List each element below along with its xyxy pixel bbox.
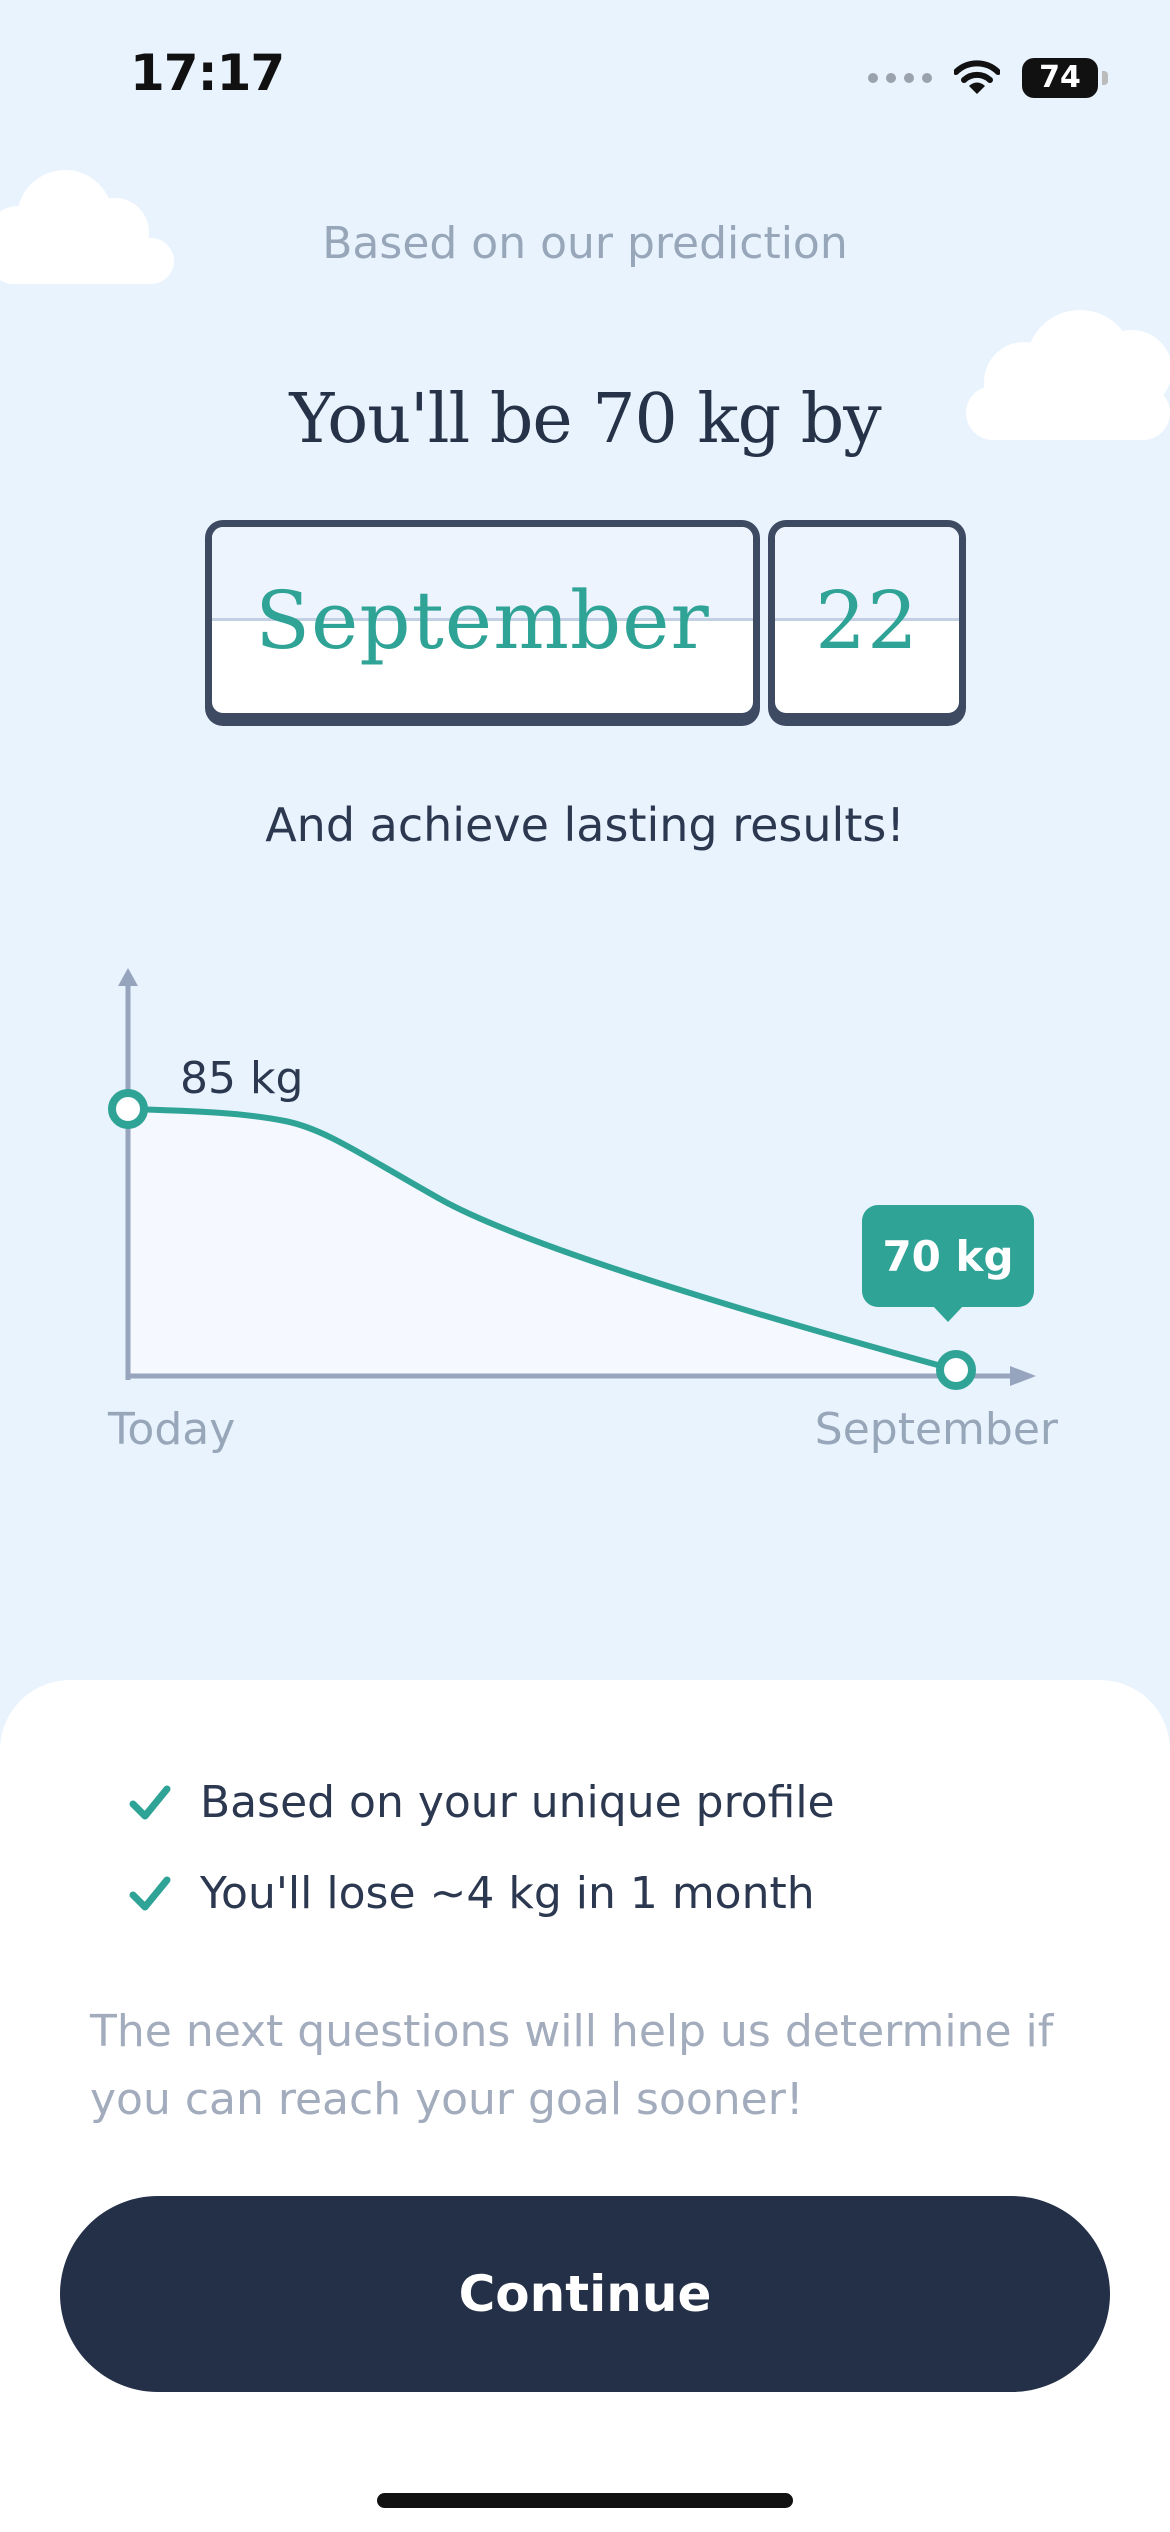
- check-item-label: You'll lose ~4 kg in 1 month: [200, 1868, 815, 1919]
- signal-dots-icon: [868, 73, 932, 83]
- checkmark-icon: [129, 1876, 171, 1910]
- chart-end-point: [936, 1350, 976, 1390]
- summary-sheet: Based on your unique profile You'll lose…: [0, 1680, 1170, 2532]
- wifi-icon: [954, 60, 1000, 94]
- continue-button[interactable]: Continue: [60, 2196, 1110, 2392]
- next-questions-note: The next questions will help us determin…: [90, 2006, 1054, 2125]
- chart-x-axis-arrow: [1010, 1366, 1036, 1386]
- goal-day: 22: [815, 573, 919, 667]
- home-indicator: [377, 2493, 793, 2508]
- goal-day-box: 22: [768, 520, 966, 720]
- weight-projection-chart: 85 kg 70 kg Today September: [107, 968, 1059, 1455]
- checkmark-icon: [129, 1785, 171, 1819]
- prediction-subtitle: Based on our prediction: [322, 218, 848, 269]
- check-item-profile: Based on your unique profile: [128, 1777, 835, 1828]
- status-icons: 74: [868, 54, 1108, 102]
- goal-month: September: [255, 573, 710, 667]
- prediction-screen: 17:17 74 Based on our prediction You'll …: [0, 0, 1170, 2532]
- chart-start-point: [108, 1089, 148, 1129]
- goal-headline: You'll be 70 kg by: [289, 380, 881, 459]
- check-item-label: Based on your unique profile: [200, 1777, 835, 1828]
- tagline: And achieve lasting results!: [265, 798, 905, 852]
- chart-end-label-badge: 70 kg: [862, 1205, 1034, 1322]
- battery-icon: 74: [1022, 58, 1108, 98]
- goal-month-box: September: [205, 520, 760, 720]
- chart-end-label: 70 kg: [882, 1232, 1013, 1281]
- status-time: 17:17: [130, 44, 285, 102]
- check-item-loss-rate: You'll lose ~4 kg in 1 month: [128, 1868, 815, 1919]
- chart-y-axis-arrow: [118, 968, 138, 986]
- chart-x-tick-end: September: [815, 1404, 1059, 1455]
- chart-start-label: 85 kg: [180, 1053, 303, 1104]
- battery-level: 74: [1039, 60, 1081, 95]
- chart-x-tick-today: Today: [107, 1404, 235, 1455]
